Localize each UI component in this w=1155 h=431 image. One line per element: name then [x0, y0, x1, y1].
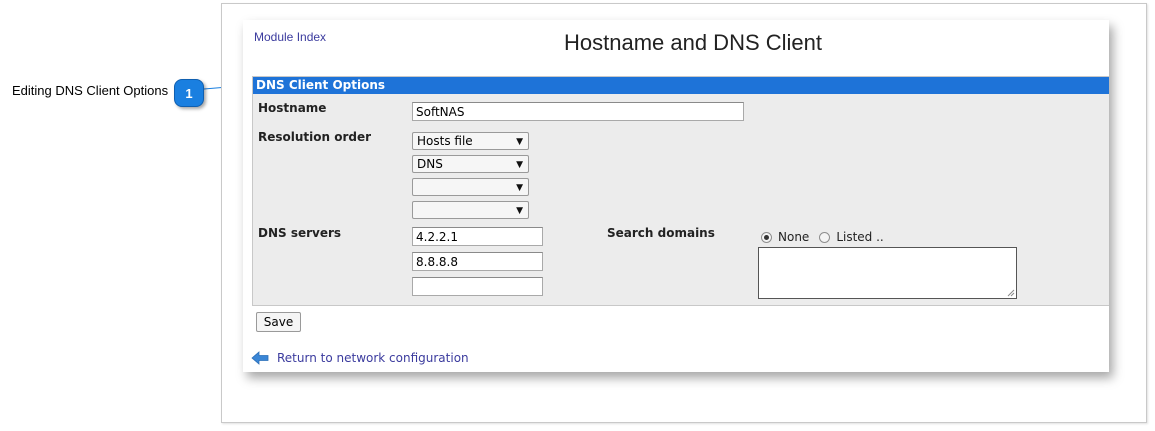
back-arrow-icon[interactable] [251, 350, 269, 366]
radio-listed-label: Listed .. [836, 230, 884, 244]
return-row[interactable]: Return to network configuration [251, 350, 469, 366]
section-header: DNS Client Options [253, 77, 1109, 94]
resolution-order-select-2[interactable]: DNS ▼ [412, 155, 529, 173]
select-value: Hosts file [417, 134, 473, 148]
resolution-order-select-1[interactable]: Hosts file ▼ [412, 132, 529, 150]
dropdown-arrow-icon: ▼ [516, 160, 523, 170]
dropdown-arrow-icon: ▼ [516, 206, 523, 216]
dns-server-input-1[interactable]: 4.2.2.1 [412, 227, 543, 246]
dns-servers-label: DNS servers [258, 226, 342, 240]
search-domains-label: Search domains [607, 226, 715, 240]
radio-listed[interactable] [819, 231, 831, 243]
dns-client-options-section: DNS Client Options Hostname SoftNAS Reso… [252, 76, 1109, 306]
return-to-network-configuration-link[interactable]: Return to network configuration [277, 351, 469, 365]
dropdown-arrow-icon: ▼ [516, 183, 523, 193]
save-button[interactable]: Save [256, 312, 301, 332]
page-title: Hostname and DNS Client [563, 30, 822, 55]
dns-server-input-3[interactable] [412, 277, 543, 296]
radio-none[interactable] [761, 231, 772, 243]
resolution-order-label: Resolution order [258, 130, 372, 144]
callout-badge: 1 [174, 79, 204, 107]
dropdown-arrow-icon: ▼ [516, 137, 523, 147]
resolution-order-select-3[interactable]: ▼ [412, 178, 529, 196]
resize-grip-icon[interactable] [1007, 289, 1015, 297]
resolution-order-select-4[interactable]: ▼ [412, 201, 529, 219]
dns-server-input-2[interactable]: 8.8.8.8 [412, 252, 543, 271]
search-domains-radio-group: None Listed .. [761, 229, 894, 245]
radio-none-label: None [778, 230, 810, 244]
callout-label: Editing DNS Client Options [12, 83, 169, 98]
hostname-label: Hostname [258, 101, 327, 115]
search-domains-textarea[interactable] [758, 247, 1017, 299]
hostname-input[interactable]: SoftNAS [412, 102, 744, 121]
module-panel: Module Index Hostname and DNS Client DNS… [243, 20, 1109, 372]
select-value: DNS [417, 157, 443, 171]
